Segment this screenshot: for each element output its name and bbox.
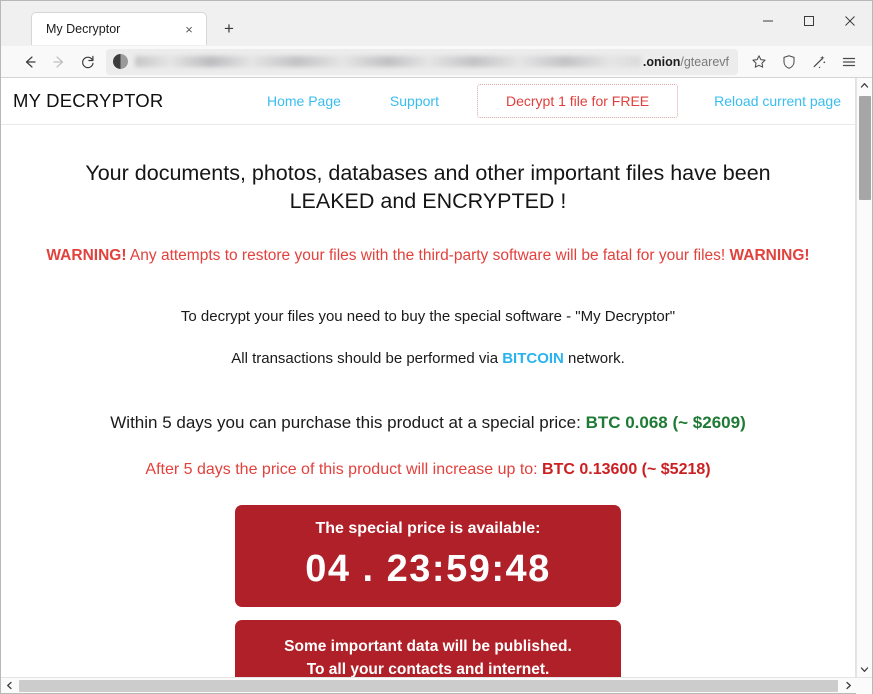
heading-line-2: LEAKED and ENCRYPTED ! xyxy=(289,189,567,214)
info-line-2-before: All transactions should be performed via xyxy=(231,350,503,368)
forward-icon[interactable] xyxy=(44,49,73,75)
horizontal-scroll-thumb[interactable] xyxy=(19,679,838,692)
site-brand: MY DECRYPTOR xyxy=(13,90,164,111)
menu-hamburger-icon[interactable] xyxy=(834,49,864,75)
special-price-line: Within 5 days you can purchase this prod… xyxy=(19,412,837,434)
page-heading: Your documents, photos, databases and ot… xyxy=(19,159,837,216)
site-header: MY DECRYPTOR Home Page Support Decrypt 1… xyxy=(1,78,855,125)
countdown-timer: 04 . 23:59:48 xyxy=(305,547,551,590)
page-viewport: MY DECRYPTOR Home Page Support Decrypt 1… xyxy=(1,78,872,677)
decrypt-free-button[interactable]: Decrypt 1 file for FREE xyxy=(476,84,679,118)
scrollbar-corner xyxy=(856,677,872,694)
scroll-up-icon[interactable] xyxy=(857,78,873,93)
warning-prefix: WARNING! xyxy=(46,246,127,264)
minimize-icon[interactable] xyxy=(747,7,788,35)
vertical-scroll-thumb[interactable] xyxy=(858,96,871,200)
browser-window: My Decryptor × + .onion/gtearevf MY DECR… xyxy=(0,0,873,694)
increased-price-line: After 5 days the price of this product w… xyxy=(19,460,837,481)
tab-title: My Decryptor xyxy=(46,22,121,36)
reload-icon[interactable] xyxy=(73,49,102,75)
new-tab-icon[interactable]: + xyxy=(215,15,243,43)
url-text: .onion/gtearevf xyxy=(643,55,729,69)
sparkle-wand-icon[interactable] xyxy=(804,49,834,75)
special-price-value: BTC 0.068 (~ $2609) xyxy=(585,412,746,432)
site-identity-icon[interactable] xyxy=(113,54,128,69)
vertical-scrollbar[interactable] xyxy=(856,78,872,677)
countdown-box: The special price is available: 04 . 23:… xyxy=(235,504,621,608)
countdown-title: The special price is available: xyxy=(315,519,541,537)
special-price-text: Within 5 days you can purchase this prod… xyxy=(110,412,586,432)
warning-suffix: WARNING! xyxy=(729,246,810,264)
url-path: /gtearevf xyxy=(680,54,729,69)
window-controls xyxy=(747,7,870,35)
site-nav: Home Page Support Decrypt 1 file for FRE… xyxy=(163,84,841,118)
info-line-1: To decrypt your files you need to buy th… xyxy=(180,307,676,325)
nav-link-support[interactable]: Support xyxy=(390,93,439,109)
horizontal-scrollbar[interactable] xyxy=(1,677,872,694)
scroll-down-icon[interactable] xyxy=(857,662,873,677)
shield-icon[interactable] xyxy=(774,49,804,75)
nav-link-reload-page[interactable]: Reload current page xyxy=(714,93,841,109)
bitcoin-highlight: BITCOIN xyxy=(502,350,564,368)
back-icon[interactable] xyxy=(15,49,44,75)
navigation-toolbar: .onion/gtearevf xyxy=(1,46,872,78)
vertical-scroll-track[interactable] xyxy=(857,93,873,662)
maximize-icon[interactable] xyxy=(788,7,829,35)
publish-warning-box: Some important data will be published. T… xyxy=(235,620,621,677)
url-domain: .onion xyxy=(642,54,681,69)
url-bar[interactable]: .onion/gtearevf xyxy=(106,48,738,75)
scroll-right-icon[interactable] xyxy=(840,678,856,693)
info-line-2: All transactions should be performed via… xyxy=(19,349,837,369)
warning-line: WARNING! Any attempts to restore your fi… xyxy=(19,246,837,266)
heading-line-1: Your documents, photos, databases and ot… xyxy=(85,161,771,185)
scroll-left-icon[interactable] xyxy=(1,678,17,693)
tab-strip: My Decryptor × + xyxy=(1,1,872,46)
increased-price-text: After 5 days the price of this product w… xyxy=(145,460,543,478)
window-close-icon[interactable] xyxy=(829,7,870,35)
nav-link-home-page[interactable]: Home Page xyxy=(267,93,341,109)
info-line-2-after: network. xyxy=(563,350,625,368)
horizontal-scroll-track[interactable] xyxy=(17,678,840,694)
close-icon[interactable]: × xyxy=(180,20,198,38)
publish-warning-line-2: To all your contacts and internet. xyxy=(306,660,550,677)
page-content: Your documents, photos, databases and ot… xyxy=(1,125,855,677)
web-page: MY DECRYPTOR Home Page Support Decrypt 1… xyxy=(1,78,856,677)
increased-price-value: BTC 0.13600 (~ $5218) xyxy=(542,460,711,478)
bookmark-star-icon[interactable] xyxy=(744,49,774,75)
warning-middle: Any attempts to restore your files with … xyxy=(126,246,730,264)
browser-tab[interactable]: My Decryptor × xyxy=(31,12,207,45)
url-blurred-text xyxy=(135,56,641,67)
publish-warning-line-1: Some important data will be published. xyxy=(284,638,572,656)
